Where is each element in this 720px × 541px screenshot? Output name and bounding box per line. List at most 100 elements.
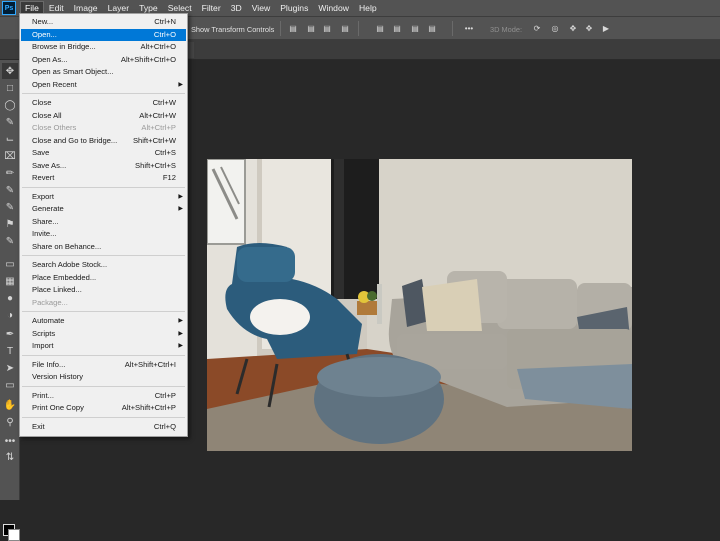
options-divider [358,21,359,36]
healing-brush-tool-icon[interactable]: ✎ [2,182,18,198]
document-tab[interactable] [188,42,194,58]
distribute-h-icon[interactable]: ▤ [427,24,437,33]
menu-item-save-as[interactable]: Save As... Shift+Ctrl+S [21,160,186,172]
menu-item-invite[interactable]: Invite... [21,228,186,240]
menu-item-label: New... [32,17,54,26]
menu-item-label: Close All [32,110,62,120]
3d-scale-icon[interactable]: ▶ [601,24,611,33]
3d-slide-icon[interactable]: ✥ [584,24,594,33]
menu-3d[interactable]: 3D [226,1,247,15]
menu-item-label: Generate [32,204,64,213]
menu-item-new[interactable]: New... Ctrl+N [21,16,186,28]
menu-item-open-recent[interactable]: Open Recent ▶ [21,79,186,91]
rectangle-tool-icon[interactable]: ▭ [2,377,18,393]
dodge-tool-icon[interactable]: ◑ [2,307,18,323]
menu-item-version-history[interactable]: Version History [21,371,186,383]
menu-item-label: Version History [32,372,84,381]
menu-item-search-adobe-stock[interactable]: Search Adobe Stock... [21,259,186,271]
eraser-tool-icon[interactable]: ▭ [2,256,18,272]
align-bottom-icon[interactable]: ▤ [392,24,402,33]
menu-item-exit[interactable]: Exit Ctrl+Q [21,421,186,433]
menu-item-close[interactable]: Close Ctrl+W [21,97,186,109]
blur-tool-icon[interactable]: ● [2,290,18,306]
menu-item-label: Save [32,148,50,157]
menu-item-export[interactable]: Export ▶ [21,191,186,203]
photoshop-logo: Ps [2,1,16,15]
menu-item-save[interactable]: Save Ctrl+S [21,147,186,159]
crop-tool-icon[interactable]: ⌙ [2,131,18,147]
more-options-icon[interactable]: ••• [462,24,476,33]
menu-item-shortcut: F12 [162,173,176,182]
clone-stamp-tool-icon[interactable]: ⚑ [2,216,18,232]
menu-item-shortcut: Ctrl+P [154,390,176,400]
hand-tool-icon[interactable]: ✋ [2,397,18,413]
gradient-tool-icon[interactable]: ▦ [2,273,18,289]
lasso-tool-icon[interactable]: ◯ [2,97,18,113]
3d-pan-icon[interactable]: ✥ [568,24,578,33]
submenu-arrow-icon: ▶ [178,193,183,200]
3d-roll-icon[interactable]: ◎ [550,24,560,33]
submenu-arrow-icon: ▶ [178,81,183,88]
menu-item-shortcut: Alt+Ctrl+O [140,42,176,51]
menu-item-automate[interactable]: Automate ▶ [21,315,186,327]
menu-item-close-and-go-to-bridge[interactable]: Close and Go to Bridge... Shift+Ctrl+W [21,135,186,147]
menu-separator [22,93,185,94]
menu-help[interactable]: Help [354,1,382,15]
menu-item-file-info[interactable]: File Info... Alt+Shift+Ctrl+I [21,359,186,371]
align-left-icon[interactable]: ▤ [288,24,298,33]
menu-separator [22,255,185,256]
menu-item-shortcut: Alt+Shift+Ctrl+I [124,359,176,369]
menu-item-revert[interactable]: Revert F12 [21,172,186,184]
pen-tool-icon[interactable]: ✒ [2,326,18,342]
menu-separator [22,354,185,356]
menu-item-share[interactable]: Share... [21,216,186,228]
options-divider [280,21,281,36]
menu-item-print-one-copy[interactable]: Print One Copy Alt+Shift+Ctrl+P [21,402,186,414]
living-room-photo [207,159,632,451]
menu-item-generate[interactable]: Generate ▶ [21,203,186,215]
menu-item-place-linked[interactable]: Place Linked... [21,284,186,296]
menu-item-shortcut: Ctrl+W [152,98,176,107]
menu-item-label: Share on Behance... [32,241,102,251]
menu-item-label: Close and Go to Bridge... [32,135,118,145]
menu-item-scripts[interactable]: Scripts ▶ [21,328,186,340]
align-middle-icon[interactable]: ▤ [375,24,385,33]
menu-item-print[interactable]: Print... Ctrl+P [21,390,186,402]
background-color-swatch[interactable] [8,529,20,541]
zoom-tool-icon[interactable]: ⚲ [2,414,18,430]
type-tool-icon[interactable]: T [2,343,18,359]
menu-view[interactable]: View [247,1,275,15]
align-center-icon[interactable]: ▤ [306,24,316,33]
menu-item-browse-in-bridge[interactable]: Browse in Bridge... Alt+Ctrl+O [21,41,186,53]
menu-item-open[interactable]: Open... Ctrl+O [21,28,186,41]
file-menu-dropdown: New... Ctrl+N Open... Ctrl+O Browse in Bridg… [19,13,188,437]
menu-item-label: Search Adobe Stock... [32,260,108,269]
canvas-image[interactable] [207,159,632,451]
align-top-icon[interactable]: ▤ [340,24,350,33]
menu-item-shortcut: Alt+Shift+Ctrl+P [121,403,176,412]
menu-window[interactable]: Window [313,1,354,15]
edit-toolbar-icon[interactable]: ••• [2,433,18,449]
menu-plugins[interactable]: Plugins [275,1,313,15]
path-selection-tool-icon[interactable]: ➤ [2,360,18,376]
menu-item-close-all[interactable]: Close All Alt+Ctrl+W [21,110,186,122]
swap-colors-icon[interactable]: ⇅ [2,449,18,465]
brush-tool-icon[interactable]: ✎ [2,199,18,215]
menu-item-shortcut: Alt+Shift+Ctrl+O [120,54,176,64]
menu-item-place-embedded[interactable]: Place Embedded... [21,272,186,284]
menu-filter[interactable]: Filter [197,1,226,15]
eyedropper-tool-icon[interactable]: ✏ [2,165,18,181]
menu-item-open-as[interactable]: Open As... Alt+Shift+Ctrl+O [21,54,186,66]
menu-item-open-as-smart-object[interactable]: Open as Smart Object... [21,66,186,78]
frame-tool-icon[interactable]: ⌧ [2,148,18,164]
menu-item-label: Export [32,191,54,201]
3d-orbit-icon[interactable]: ⟳ [532,24,542,33]
menu-item-import[interactable]: Import ▶ [21,340,186,352]
align-right-icon[interactable]: ▤ [322,24,332,33]
history-brush-tool-icon[interactable]: ✎ [2,233,18,249]
marquee-tool-icon[interactable]: □ [2,80,18,96]
quick-select-tool-icon[interactable]: ✎ [2,114,18,130]
move-tool-icon[interactable]: ✥ [2,63,18,79]
menu-item-share-on-behance[interactable]: Share on Behance... [21,241,186,253]
distribute-icon[interactable]: ▤ [410,24,420,33]
